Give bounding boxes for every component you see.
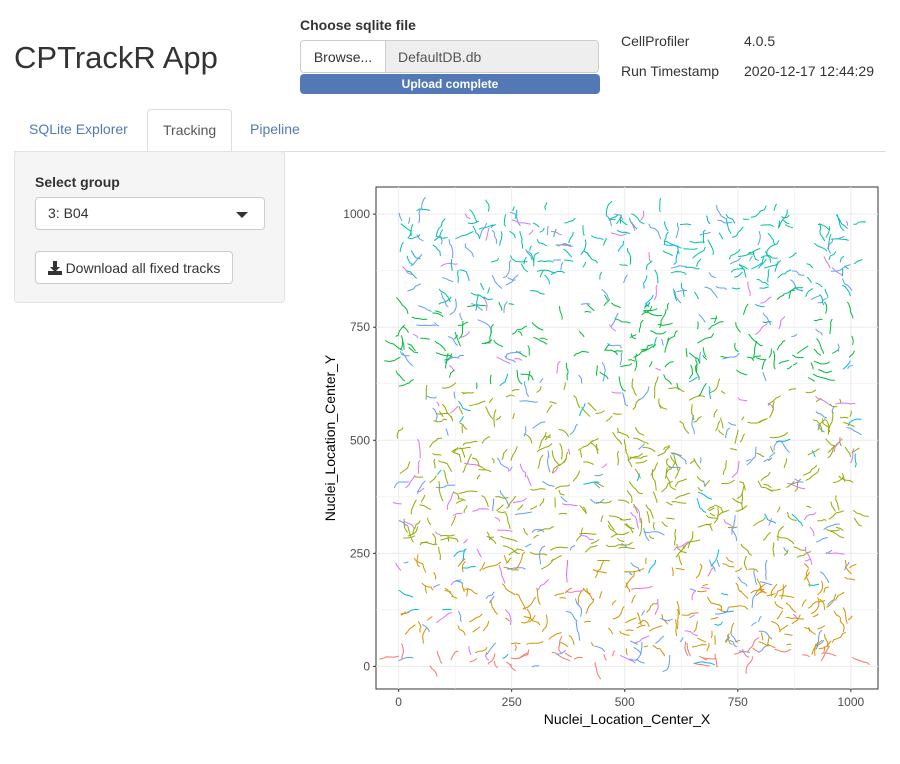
x-tick-label: 250	[502, 695, 522, 709]
x-tick-label: 0	[395, 695, 402, 709]
track-line	[435, 413, 450, 415]
y-tick-label: 1000	[343, 207, 370, 221]
track-line	[742, 218, 750, 220]
track-line	[559, 597, 566, 599]
tracks-plot: 0 250 500 750 1000 0 250 500 750 1000 Nuclei_Loca…	[322, 186, 879, 727]
x-tick-label: 750	[728, 695, 748, 709]
x-axis-label: Nuclei_Location_Center_X	[544, 711, 711, 727]
y-tick-label: 500	[350, 433, 370, 447]
track-line	[625, 629, 634, 631]
track-line	[442, 608, 452, 611]
track-line	[645, 557, 647, 565]
y-tick-label: 0	[363, 659, 370, 673]
y-axis-label: Nuclei_Location_Center_Y	[322, 354, 338, 521]
x-tick-label: 500	[615, 695, 635, 709]
track-line	[617, 427, 619, 434]
track-line	[683, 248, 698, 250]
track-line	[457, 269, 459, 283]
track-line	[839, 416, 849, 419]
y-tick-label: 750	[350, 320, 370, 334]
track-line	[668, 466, 681, 469]
x-tick-label: 1000	[838, 695, 865, 709]
track-line	[697, 321, 699, 330]
y-tick-label: 250	[350, 546, 370, 560]
